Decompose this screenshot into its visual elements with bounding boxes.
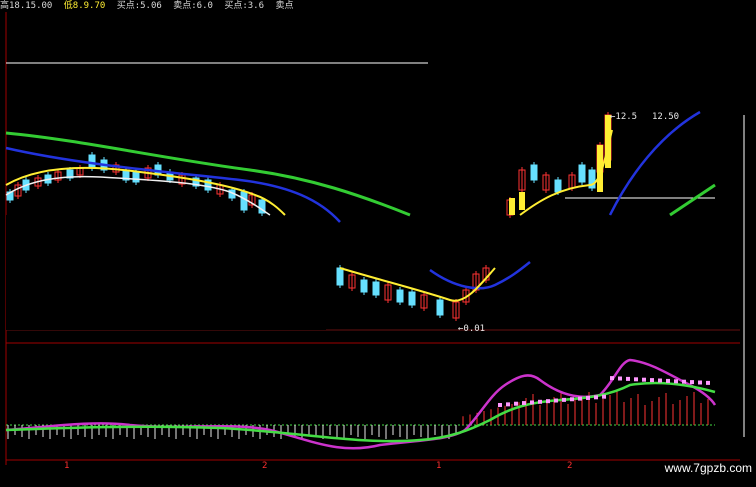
indicator-dot [674,379,678,384]
indicator-dot [522,401,526,406]
indicator-dot [562,397,566,402]
indicator-dot [594,395,598,400]
time-tick: 2 [262,461,268,471]
candle-body [530,164,538,181]
indicator-dot [642,377,646,382]
indicator-dot [682,379,686,384]
indicator-dot [506,402,510,407]
indicator-dot [570,397,574,402]
header-item: 低8.9.70 [63,1,106,11]
indicator-dot [514,401,518,406]
price-chart-canvas[interactable] [0,0,756,487]
volume-highlight-bar [519,192,525,210]
time-tick: 1 [64,461,70,471]
indicator-dot [650,378,654,383]
indicator-dot [538,399,542,404]
candle-body [132,171,140,183]
candle-body [554,179,562,193]
indicator-dot [554,398,558,403]
header-item: 高18.15.00 [0,1,53,11]
candle-body [396,289,404,303]
time-tick: 2 [567,461,573,471]
header-item: 买点:5.06 [116,1,162,11]
indicator-line-pink [5,358,717,450]
header-item: 买点:3.6 [224,1,265,11]
low-price-marker: ←0.01 [458,324,486,334]
indicator-dot [658,378,662,383]
indicator-dot [698,380,702,385]
candle-body [240,191,248,211]
candle-body [372,281,380,296]
time-tick: 1 [436,461,442,471]
ma-line-green-right [669,183,716,217]
indicator-dot [618,376,622,381]
candle-body [336,267,344,286]
header-item: 卖点 [275,1,294,11]
header-item: 卖点:6.0 [173,1,213,11]
candle-body [360,279,368,293]
candle-body [88,154,96,169]
volume-highlight-bar [509,198,515,215]
ma-line-blue-right [608,110,701,216]
indicator-dot [626,376,630,381]
indicator-dot [690,380,694,385]
blank-area-a [395,215,505,267]
indicator-dot [602,394,606,399]
indicator-dot [610,376,614,381]
high-price-value: 12.50 [652,112,680,122]
indicator-dot [706,380,710,385]
kline-chart-window: 高18.15.00 低8.9.70 买点:5.06 卖点:6.0 买点:3.6 … [0,0,756,487]
indicator-dot [530,400,534,405]
candle-body [408,291,416,306]
indicator-dot [578,396,582,401]
blank-area-b [6,215,326,330]
indicator-group [5,358,717,450]
indicator-dot [498,403,502,407]
price-info-header: 高18.15.00 低8.9.70 买点:5.06 卖点:6.0 买点:3.6 … [0,0,430,12]
candle-body [578,164,586,183]
indicator-dot [546,399,550,404]
watermark-text: www.7gpzb.com [664,461,752,475]
candle-body [436,299,444,316]
indicator-line-green [5,381,716,443]
high-price-marker: ←12.5 [610,112,638,122]
indicator-dot [634,377,638,382]
indicator-dot [666,378,670,383]
indicator-dot [586,395,590,400]
